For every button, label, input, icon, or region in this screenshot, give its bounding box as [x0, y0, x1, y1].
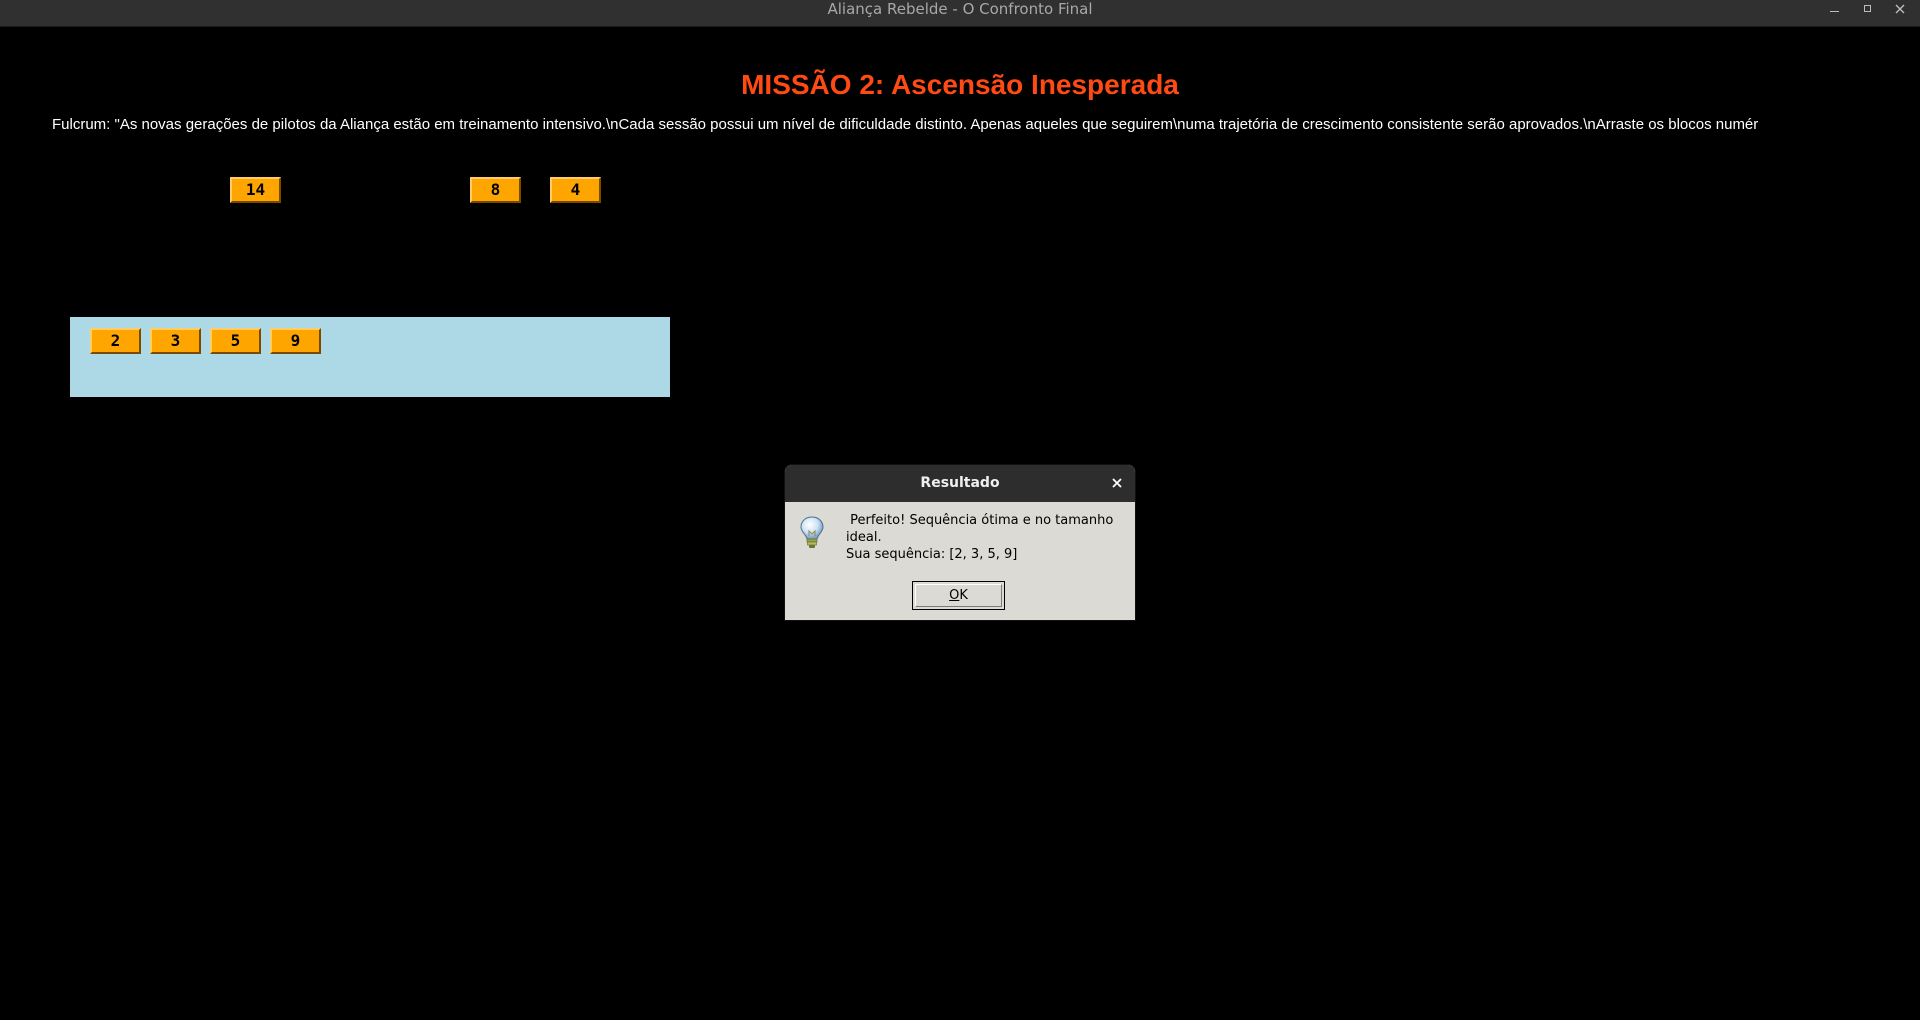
sequence-block[interactable]: 3 — [150, 328, 201, 354]
mission-briefing: Fulcrum: "As novas gerações de pilotos d… — [52, 116, 1759, 133]
ok-rest: K — [959, 588, 968, 603]
sequence-block[interactable]: 2 — [90, 328, 141, 354]
game-window: Aliança Rebelde - O Confronto Final MISS… — [0, 0, 1920, 1020]
close-window-button[interactable] — [1889, 0, 1911, 20]
sequence-block[interactable]: 5 — [210, 328, 261, 354]
ok-mnemonic: O — [949, 588, 960, 603]
dialog-header: Resultado — [785, 465, 1135, 502]
minimize-icon — [1830, 11, 1839, 12]
dialog-close-icon[interactable] — [1109, 475, 1125, 491]
ok-button[interactable]: OK — [912, 581, 1005, 610]
dialog-sequence-line: Sua sequência: [2, 3, 5, 9] — [846, 547, 1018, 562]
dialog-message-line: Perfeito! Sequência ótima e no tamanho i… — [846, 513, 1118, 545]
window-titlebar: Aliança Rebelde - O Confronto Final — [0, 0, 1920, 27]
maximize-button[interactable] — [1856, 0, 1878, 20]
maximize-icon — [1864, 5, 1871, 12]
dialog-message: Perfeito! Sequência ótima e no tamanho i… — [846, 512, 1128, 563]
dialog-title: Resultado — [920, 475, 1000, 491]
mission-title: MISSÃO 2: Ascensão Inesperada — [741, 69, 1179, 100]
number-block[interactable]: 8 — [470, 177, 521, 203]
result-dialog: Resultado Perfeito! Sequência ótima e no… — [785, 465, 1135, 620]
ok-button-label: OK — [915, 584, 1002, 607]
window-title: Aliança Rebelde - O Confronto Final — [827, 0, 1093, 18]
minimize-button[interactable] — [1823, 0, 1845, 20]
sequence-block[interactable]: 9 — [270, 328, 321, 354]
close-icon — [1895, 4, 1905, 14]
lightbulb-icon — [800, 516, 824, 548]
number-block[interactable]: 4 — [550, 177, 601, 203]
number-block[interactable]: 14 — [230, 177, 281, 203]
